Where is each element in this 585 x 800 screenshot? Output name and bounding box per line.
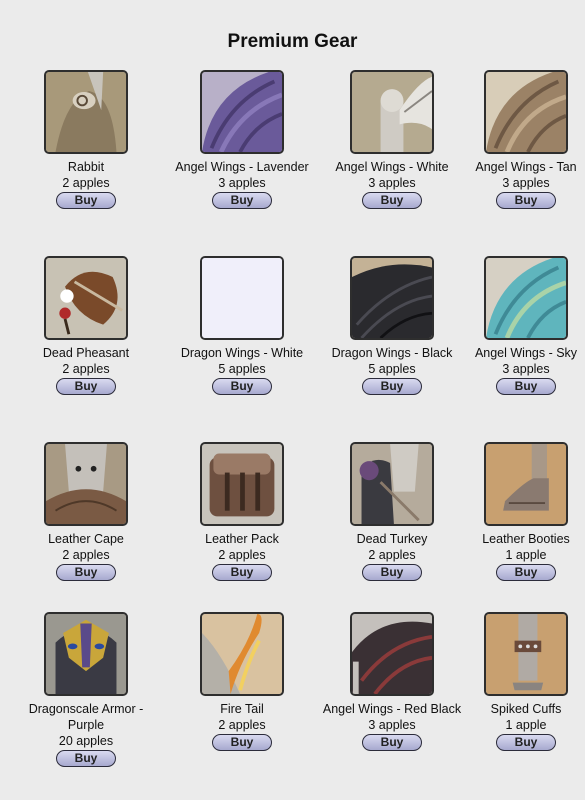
- turkey-thumbnail[interactable]: [350, 442, 434, 526]
- white-dragon-wings-thumbnail[interactable]: [200, 256, 284, 340]
- buy-button[interactable]: Buy: [212, 734, 272, 751]
- buy-button[interactable]: Buy: [362, 378, 422, 395]
- shop-item: Angel Wings - White 3 apples Buy: [319, 70, 465, 209]
- leather-pack-thumbnail[interactable]: [200, 442, 284, 526]
- shop-item: Dead Pheasant 2 apples Buy: [13, 256, 159, 395]
- buy-button[interactable]: Buy: [212, 378, 272, 395]
- item-name: Dragon Wings - White: [180, 346, 304, 360]
- item-price: 3 apples: [218, 176, 266, 190]
- item-name: Angel Wings - Red Black: [322, 702, 462, 716]
- item-name: Fire Tail: [220, 702, 264, 716]
- buy-button[interactable]: Buy: [362, 734, 422, 751]
- item-price: 5 apples: [218, 362, 266, 376]
- buy-button[interactable]: Buy: [212, 564, 272, 581]
- item-price: 2 apples: [218, 548, 266, 562]
- lavender-wings-thumbnail[interactable]: [200, 70, 284, 154]
- item-price: 3 apples: [502, 362, 550, 376]
- lavender-wings-icon: [202, 72, 282, 152]
- item-price: 3 apples: [502, 176, 550, 190]
- item-name: Leather Pack: [205, 532, 279, 546]
- item-price: 2 apples: [218, 718, 266, 732]
- item-price: 2 apples: [62, 176, 110, 190]
- spiked-cuffs-icon: [486, 614, 566, 694]
- fire-tail-thumbnail[interactable]: [200, 612, 284, 696]
- black-dragon-wings-icon: [352, 258, 432, 338]
- leather-cape-icon: [46, 444, 126, 524]
- red-black-wings-thumbnail[interactable]: [350, 612, 434, 696]
- item-name: Angel Wings - Lavender: [175, 160, 309, 174]
- item-price: 5 apples: [368, 362, 416, 376]
- page-title: Premium Gear: [227, 31, 358, 52]
- shop-item: Angel Wings - Sky 3 apples Buy: [453, 256, 585, 395]
- pheasant-thumbnail[interactable]: [44, 256, 128, 340]
- white-wings-thumbnail[interactable]: [350, 70, 434, 154]
- buy-button[interactable]: Buy: [212, 192, 272, 209]
- item-price: 1 apple: [505, 548, 547, 562]
- item-name: Dead Turkey: [356, 532, 428, 546]
- turkey-icon: [352, 444, 432, 524]
- sky-wings-thumbnail[interactable]: [484, 256, 568, 340]
- shop-item: Dragon Wings - White 5 apples Buy: [169, 256, 315, 395]
- sky-wings-icon: [486, 258, 566, 338]
- item-name: Angel Wings - Tan: [475, 160, 577, 174]
- item-name: Dead Pheasant: [42, 346, 130, 360]
- item-name: Leather Booties: [482, 532, 570, 546]
- tan-wings-icon: [486, 72, 566, 152]
- item-price: 3 apples: [368, 176, 416, 190]
- shop-item: Leather Booties 1 apple Buy: [453, 442, 585, 581]
- buy-button[interactable]: Buy: [56, 564, 116, 581]
- item-price: 3 apples: [368, 718, 416, 732]
- shop-item: Rabbit 2 apples Buy: [13, 70, 159, 209]
- buy-button[interactable]: Buy: [496, 192, 556, 209]
- rabbit-icon: [46, 72, 126, 152]
- shop-item: Angel Wings - Lavender 3 apples Buy: [169, 70, 315, 209]
- dragonscale-armor-thumbnail[interactable]: [44, 612, 128, 696]
- item-price: 2 apples: [62, 548, 110, 562]
- shop-item: Dead Turkey 2 apples Buy: [319, 442, 465, 581]
- buy-button[interactable]: Buy: [362, 192, 422, 209]
- buy-button[interactable]: Buy: [496, 734, 556, 751]
- shop-item: Spiked Cuffs 1 apple Buy: [453, 612, 585, 751]
- item-price: 2 apples: [368, 548, 416, 562]
- buy-button[interactable]: Buy: [56, 378, 116, 395]
- shop-item: Dragon Wings - Black 5 apples Buy: [319, 256, 465, 395]
- item-name: Dragon Wings - Black: [331, 346, 453, 360]
- leather-pack-icon: [202, 444, 282, 524]
- rabbit-thumbnail[interactable]: [44, 70, 128, 154]
- pheasant-icon: [46, 258, 126, 338]
- item-name: Angel Wings - White: [335, 160, 449, 174]
- leather-booties-icon: [486, 444, 566, 524]
- buy-button[interactable]: Buy: [496, 378, 556, 395]
- item-price: 2 apples: [62, 362, 110, 376]
- buy-button[interactable]: Buy: [362, 564, 422, 581]
- fire-tail-icon: [202, 614, 282, 694]
- item-price: 1 apple: [505, 718, 547, 732]
- buy-button[interactable]: Buy: [56, 750, 116, 767]
- shop-item: Dragonscale Armor - Purple 20 apples Buy: [13, 612, 159, 767]
- shop-item: Leather Cape 2 apples Buy: [13, 442, 159, 581]
- white-wings-icon: [352, 72, 432, 152]
- item-name: Angel Wings - Sky: [474, 346, 578, 360]
- white-dragon-wings-icon: [202, 258, 282, 338]
- item-price: 20 apples: [58, 734, 114, 748]
- red-black-wings-icon: [352, 614, 432, 694]
- shop-item: Angel Wings - Tan 3 apples Buy: [453, 70, 585, 209]
- leather-cape-thumbnail[interactable]: [44, 442, 128, 526]
- buy-button[interactable]: Buy: [496, 564, 556, 581]
- item-name: Spiked Cuffs: [490, 702, 562, 716]
- buy-button[interactable]: Buy: [56, 192, 116, 209]
- tan-wings-thumbnail[interactable]: [484, 70, 568, 154]
- shop-item: Leather Pack 2 apples Buy: [169, 442, 315, 581]
- shop-item: Fire Tail 2 apples Buy: [169, 612, 315, 751]
- leather-booties-thumbnail[interactable]: [484, 442, 568, 526]
- item-name: Leather Cape: [48, 532, 124, 546]
- item-name: Rabbit: [67, 160, 105, 174]
- spiked-cuffs-thumbnail[interactable]: [484, 612, 568, 696]
- item-name: Dragonscale Armor - Purple: [28, 702, 144, 732]
- black-dragon-wings-thumbnail[interactable]: [350, 256, 434, 340]
- dragonscale-armor-icon: [46, 614, 126, 694]
- shop-item: Angel Wings - Red Black 3 apples Buy: [319, 612, 465, 751]
